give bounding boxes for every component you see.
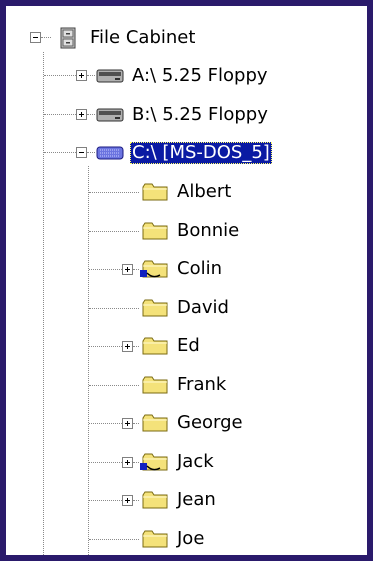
file-cabinet-icon (53, 27, 83, 49)
tree-node-folder-jack[interactable]: Jack (140, 448, 216, 476)
tree-branch (133, 462, 139, 463)
tree-node-folder-jean[interactable]: Jean (140, 486, 218, 514)
tree-node-drive-b[interactable]: B:\ 5.25 Floppy (95, 101, 270, 129)
tree-node-folder-bonnie[interactable]: Bonnie (140, 217, 241, 245)
tree-node-drive-c[interactable]: C:\ [MS-DOS_5] (95, 139, 272, 167)
tree-branch (133, 346, 139, 347)
tree-branch (44, 152, 76, 153)
tree-node-file-cabinet[interactable]: File Cabinet (53, 24, 197, 52)
floppy-drive-icon (95, 65, 125, 87)
tree-node-folder-colin[interactable]: Colin (140, 255, 224, 283)
tree-branch (89, 269, 122, 270)
tree-branch (44, 114, 76, 115)
tree-line-c (88, 166, 89, 555)
tree-node-label: Joe (177, 527, 205, 549)
tree-branch (89, 346, 122, 347)
tree-node-label: File Cabinet (90, 27, 196, 48)
collapse-button-root[interactable] (30, 32, 41, 43)
tree-node-label: Jack (177, 450, 214, 472)
tree-node-drive-a[interactable]: A:\ 5.25 Floppy (95, 62, 270, 90)
folder-tree-panel: File Cabinet A:\ 5.25 Floppy B:\ 5.25 Fl… (6, 6, 367, 555)
tree-branch (89, 462, 122, 463)
folder-icon (140, 220, 170, 242)
tree-node-label: C:\ [MS-DOS_5] (130, 142, 272, 164)
tree-branch (89, 308, 139, 309)
expand-button-jean[interactable] (122, 495, 133, 506)
folder-icon (140, 489, 170, 511)
folder-icon (140, 412, 170, 434)
tree-node-label: Albert (177, 181, 232, 202)
tree-branch (89, 539, 139, 540)
tree-node-label: A:\ 5.25 Floppy (132, 65, 268, 86)
tree-branch (133, 269, 139, 270)
tree-node-label: Colin (177, 258, 222, 279)
collapse-button-c[interactable] (76, 147, 87, 158)
expand-button-jack[interactable] (122, 457, 133, 468)
expand-button-ed[interactable] (122, 341, 133, 352)
tree-branch (89, 192, 139, 193)
tree-node-folder-david[interactable]: David (140, 294, 231, 322)
tree-branch (41, 37, 51, 38)
tree-node-label: David (177, 296, 229, 318)
tree-branch (44, 75, 76, 76)
tree-node-label: B:\ 5.25 Floppy (132, 104, 268, 125)
tree-branch (87, 152, 95, 153)
shared-folder-icon (140, 451, 170, 473)
folder-icon (140, 297, 170, 319)
folder-icon (140, 181, 170, 203)
tree-branch (133, 500, 139, 501)
expand-button-george[interactable] (122, 418, 133, 429)
hard-drive-icon (95, 142, 125, 164)
tree-node-label: Frank (177, 373, 227, 395)
tree-branch (89, 385, 139, 386)
tree-node-folder-albert[interactable]: Albert (140, 178, 233, 206)
tree-node-folder-frank[interactable]: Frank (140, 371, 228, 399)
expand-button-a[interactable] (76, 70, 87, 81)
tree-node-label: Jean (177, 489, 216, 510)
folder-icon (140, 335, 170, 357)
floppy-drive-icon (95, 104, 125, 126)
folder-icon (140, 374, 170, 396)
tree-branch (133, 423, 139, 424)
shared-folder-icon (140, 258, 170, 280)
tree-node-folder-ed[interactable]: Ed (140, 332, 202, 360)
folder-icon (140, 528, 170, 550)
tree-node-label: Ed (177, 335, 200, 356)
tree-branch (87, 114, 95, 115)
tree-branch (89, 423, 122, 424)
tree-node-label: George (177, 412, 243, 433)
tree-node-folder-joe[interactable]: Joe (140, 525, 206, 553)
tree-branch (89, 231, 139, 232)
tree-branch (87, 75, 95, 76)
tree-branch (89, 500, 122, 501)
tree-line-root (43, 52, 44, 555)
tree-node-folder-george[interactable]: George (140, 409, 245, 437)
tree-node-label: Bonnie (177, 219, 240, 241)
expand-button-colin[interactable] (122, 264, 133, 275)
expand-button-b[interactable] (76, 109, 87, 120)
